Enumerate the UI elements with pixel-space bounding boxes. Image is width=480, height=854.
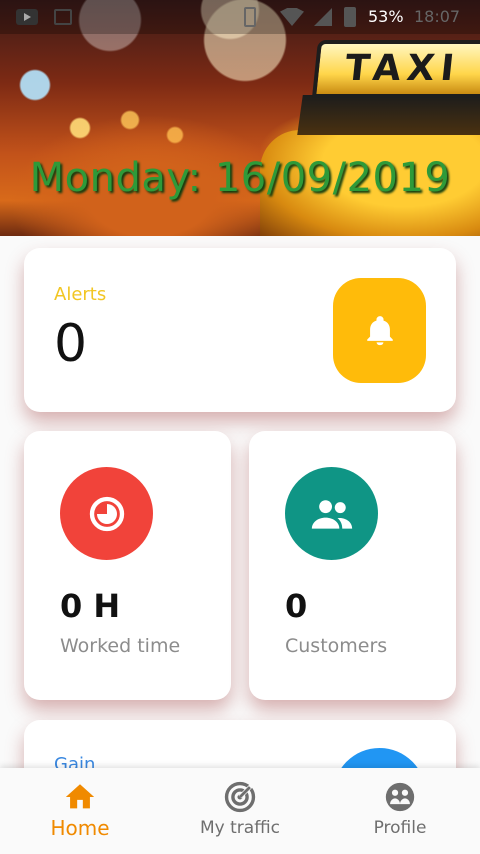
customers-label: Customers [285, 635, 388, 657]
youtube-icon [16, 9, 38, 25]
nav-my-traffic-label: My traffic [200, 818, 280, 838]
alerts-count: 0 [54, 314, 88, 374]
profile-icon [385, 782, 415, 812]
people-icon [311, 499, 352, 529]
alerts-label: Alerts [54, 284, 107, 305]
clock-icon [89, 496, 124, 531]
nav-profile[interactable]: Profile [320, 768, 480, 854]
image-icon [54, 9, 72, 25]
worked-time-value: 0 H [60, 587, 121, 625]
taxi-sign-base [297, 95, 480, 135]
customers-value: 0 [285, 587, 308, 625]
vibrate-icon [244, 7, 256, 27]
nav-home[interactable]: Home [0, 768, 160, 854]
worked-time-label: Worked time [60, 635, 181, 657]
nav-my-traffic[interactable]: My traffic [160, 768, 320, 854]
worked-time-icon-circle [60, 467, 153, 560]
wifi-icon [280, 8, 304, 26]
customers-card[interactable]: 0 Customers [249, 431, 456, 700]
battery-percent: 53% [368, 7, 404, 26]
customers-icon-circle [285, 467, 378, 560]
header-image: TAXI Monday: 16/09/2019 [0, 0, 480, 236]
date-title: Monday: 16/09/2019 [29, 155, 451, 201]
nav-home-label: Home [50, 816, 110, 840]
worked-time-card[interactable]: 0 H Worked time [24, 431, 231, 700]
alerts-button[interactable] [333, 278, 426, 383]
taxi-sign-text: TAXI [343, 48, 463, 89]
taxi-sign: TAXI [311, 40, 480, 98]
clock-time: 18:07 [414, 7, 461, 26]
radar-icon [224, 781, 256, 813]
no-signal-icon [314, 8, 332, 26]
alerts-card[interactable]: Alerts 0 [24, 248, 456, 412]
bottom-navigation: Home My traffic Profile [0, 768, 480, 854]
nav-profile-label: Profile [373, 818, 427, 838]
bell-icon [366, 315, 393, 345]
battery-icon [344, 7, 356, 27]
status-bar: 53% 18:07 [0, 0, 480, 34]
home-icon [65, 784, 95, 809]
